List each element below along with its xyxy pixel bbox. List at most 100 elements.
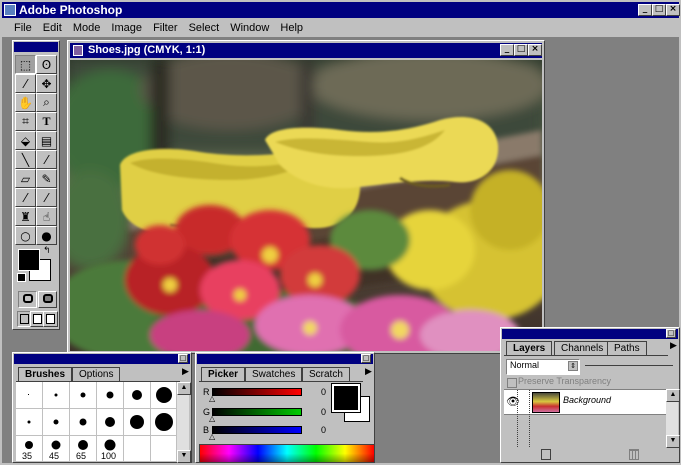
toolbox-title-bar[interactable] — [14, 42, 58, 52]
menu-window[interactable]: Window — [230, 22, 269, 34]
layers-scroll-down-button[interactable]: ▼ — [666, 435, 680, 448]
minimize-button[interactable]: _ — [638, 4, 652, 16]
rubber-stamp-tool-button[interactable]: ♜ — [15, 207, 36, 226]
zoom-tool-button[interactable]: ⌕ — [36, 93, 57, 112]
hand-tool-icon: ✋ — [18, 95, 33, 110]
foreground-color-swatch[interactable] — [18, 249, 40, 271]
move-tool-button[interactable]: ✥ — [36, 74, 57, 93]
slider-g[interactable] — [212, 408, 302, 416]
slider-r[interactable] — [212, 388, 302, 396]
default-colors-icon[interactable] — [17, 273, 26, 282]
preserve-transparency-checkbox[interactable] — [507, 378, 517, 388]
menu-mode[interactable]: Mode — [73, 22, 101, 34]
scroll-down-button[interactable]: ▼ — [177, 450, 191, 463]
layers-palette: □ Layers Channels Paths ▶ Normal ⇕ Prese… — [500, 327, 680, 463]
brush-soft-65[interactable] — [78, 440, 88, 450]
brush-9[interactable] — [106, 391, 114, 399]
blend-mode-dropdown-icon[interactable]: ⇕ — [568, 361, 578, 371]
brush-3[interactable] — [54, 393, 58, 397]
layers-menu-arrow-icon[interactable]: ▶ — [670, 341, 677, 351]
brush-soft-9[interactable] — [53, 419, 59, 425]
brush-soft-45[interactable] — [51, 440, 61, 450]
color-ramp-bar[interactable] — [199, 444, 375, 463]
doc-close-button[interactable]: × — [528, 44, 542, 56]
trash-icon[interactable] — [629, 449, 639, 460]
slider-b[interactable] — [212, 426, 302, 434]
doc-minimize-button[interactable]: _ — [500, 44, 514, 56]
menu-file[interactable]: File — [14, 22, 32, 34]
tab-layers[interactable]: Layers — [506, 341, 553, 355]
picker-foreground-swatch[interactable] — [331, 383, 361, 413]
quick-mask-button[interactable] — [38, 291, 57, 308]
paint-bucket-tool-button[interactable]: ⬙ — [15, 131, 36, 150]
picker-title-bar[interactable]: □ — [197, 354, 373, 364]
marquee-tool-button[interactable]: ⬚ — [15, 55, 36, 74]
paintbrush-tool-button[interactable]: ⁄ — [36, 188, 57, 207]
move-tool-icon: ✥ — [41, 76, 52, 91]
brush-13[interactable] — [132, 390, 142, 400]
brush-1[interactable] — [28, 394, 29, 395]
magic-wand-tool-button[interactable]: ⁄ — [15, 74, 36, 93]
tab-channels[interactable]: Channels — [554, 341, 611, 355]
brushes-title-bar[interactable]: □ — [14, 354, 190, 364]
brushes-menu-arrow-icon[interactable]: ▶ — [182, 367, 189, 377]
tab-swatches[interactable]: Swatches — [245, 367, 303, 381]
layers-close-button[interactable]: □ — [666, 329, 676, 338]
lasso-tool-button[interactable]: ʘ — [36, 55, 57, 74]
menu-edit[interactable]: Edit — [43, 22, 62, 34]
menu-image[interactable]: Image — [111, 22, 142, 34]
layers-scroll-up-button[interactable]: ▲ — [666, 389, 680, 402]
dodge-tool-button[interactable]: ○ — [15, 226, 36, 245]
hand-tool-button[interactable]: ✋ — [15, 93, 36, 112]
doc-maximize-button[interactable]: □ — [514, 44, 528, 56]
brush-soft-100[interactable] — [104, 439, 116, 451]
airbrush-tool-button[interactable]: ⁄ — [15, 188, 36, 207]
eraser-tool-button[interactable]: ▱ — [15, 169, 36, 188]
brushes-close-button[interactable]: □ — [178, 354, 188, 363]
menu-help[interactable]: Help — [280, 22, 303, 34]
line-tool-button[interactable]: ╲ — [15, 150, 36, 169]
brush-soft-27[interactable] — [155, 413, 173, 431]
tab-picker[interactable]: Picker — [201, 367, 246, 381]
brush-soft-5[interactable] — [27, 420, 31, 424]
picker-close-button[interactable]: □ — [361, 354, 371, 363]
layers-title-bar[interactable]: □ — [502, 329, 678, 339]
brush-soft-35[interactable] — [25, 441, 33, 449]
smudge-tool-button[interactable]: ☝ — [36, 207, 57, 226]
menu-select[interactable]: Select — [189, 22, 220, 34]
brush-5[interactable] — [80, 392, 86, 398]
picker-menu-arrow-icon[interactable]: ▶ — [365, 367, 372, 377]
burn-tool-button[interactable]: ● — [36, 226, 57, 245]
gradient-tool-button[interactable]: ▤ — [36, 131, 57, 150]
blend-mode-select[interactable]: Normal ⇕ — [506, 359, 580, 375]
slider-g-handle-icon[interactable]: △ — [209, 414, 215, 423]
menu-filter[interactable]: Filter — [153, 22, 177, 34]
brush-soft-17[interactable] — [105, 417, 115, 427]
brush-soft-21[interactable] — [130, 415, 144, 429]
tab-scratch[interactable]: Scratch — [302, 367, 350, 381]
image-canvas[interactable] — [70, 60, 542, 351]
standard-mode-button[interactable] — [18, 291, 37, 308]
tab-options[interactable]: Options — [72, 367, 121, 381]
pencil-tool-button[interactable]: ✎ — [36, 169, 57, 188]
brush-19[interactable] — [156, 387, 172, 403]
screen-mode-full-button[interactable] — [43, 311, 58, 327]
slider-b-handle-icon[interactable]: △ — [209, 432, 215, 441]
tab-brushes[interactable]: Brushes — [18, 367, 73, 381]
swap-colors-icon[interactable]: ↰ — [43, 246, 51, 256]
brush-soft-13[interactable] — [79, 418, 87, 426]
document-title-bar[interactable]: Shoes.jpg (CMYK, 1:1) _ □ × — [70, 43, 542, 58]
opacity-slider-track[interactable] — [585, 365, 673, 366]
rubber-stamp-tool-icon: ♜ — [20, 209, 31, 224]
new-layer-icon[interactable] — [541, 449, 551, 460]
layers-scrollbar[interactable]: ▲ ▼ — [666, 389, 680, 448]
maximize-button[interactable]: □ — [652, 4, 666, 16]
brushes-scrollbar[interactable]: ▲ ▼ — [177, 382, 191, 463]
slider-r-handle-icon[interactable]: △ — [209, 394, 215, 403]
crop-tool-button[interactable]: ⌗ — [15, 112, 36, 131]
close-button[interactable]: × — [666, 4, 680, 16]
type-tool-button[interactable]: T — [36, 112, 57, 131]
scroll-up-button[interactable]: ▲ — [177, 382, 191, 395]
tab-paths[interactable]: Paths — [607, 341, 647, 355]
eyedropper-tool-button[interactable]: ⁄ — [36, 150, 57, 169]
